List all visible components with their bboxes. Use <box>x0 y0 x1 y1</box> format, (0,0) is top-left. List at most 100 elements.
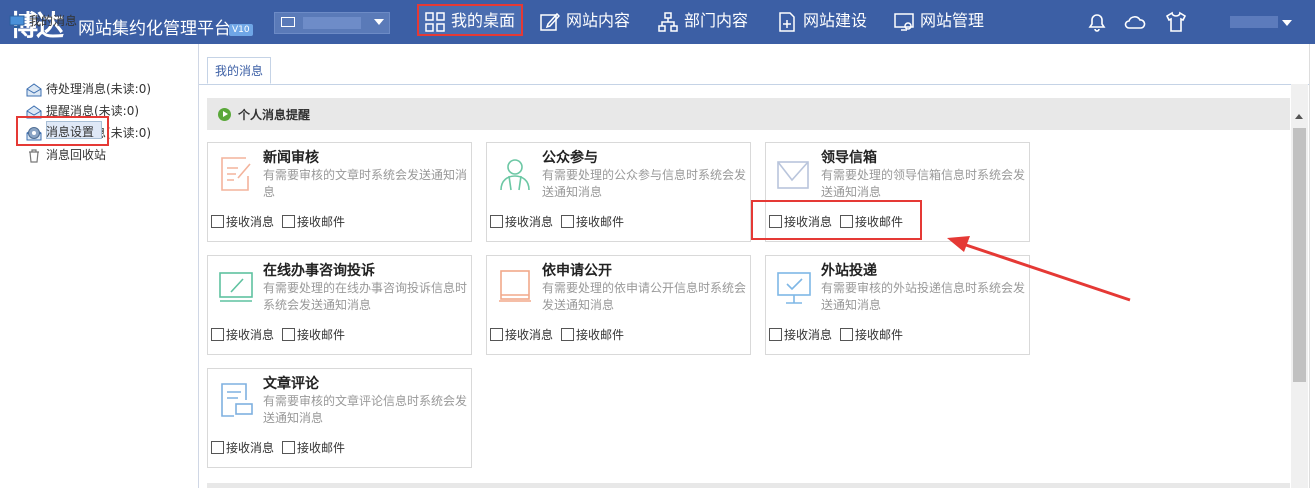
edit-board-icon <box>219 272 253 302</box>
nav-department-content[interactable]: 部门内容 <box>658 0 748 44</box>
receive-email-checkbox[interactable]: 接收邮件 <box>282 326 345 343</box>
nav-site-manage[interactable]: 网站管理 <box>894 0 984 44</box>
annotation-arrow <box>947 236 1131 302</box>
option-label: 接收邮件 <box>297 441 346 455</box>
option-label: 接收消息 <box>505 215 554 229</box>
mailbox-icon <box>777 161 809 189</box>
card-public-participation: 公众参与 有需要处理的公众参与信息时系统会发送通知消息 接收消息 接收邮件 <box>486 142 751 242</box>
card-title: 文章评论 <box>263 376 319 392</box>
gear-icon <box>28 126 40 139</box>
card-title: 领导信箱 <box>821 150 877 166</box>
card-article-comment: 文章评论 有需要审核的文章评论信息时系统会发送通知消息 接收消息 接收邮件 <box>207 368 472 468</box>
users-icon <box>500 159 530 191</box>
edit-icon <box>540 12 560 31</box>
option-label: 接收消息 <box>226 328 275 342</box>
sidebar-item-recycle-bin[interactable]: 消息回收站 <box>26 146 106 163</box>
checkbox-box[interactable] <box>211 328 224 341</box>
receive-message-checkbox[interactable]: 接收消息 <box>211 213 274 230</box>
checkbox-box[interactable] <box>490 215 503 228</box>
card-title: 新闻审核 <box>263 150 319 166</box>
checkbox-box[interactable] <box>561 215 574 228</box>
chevron-down-icon <box>1282 20 1292 26</box>
checkbox-box[interactable] <box>769 328 782 341</box>
monitor-settings-icon <box>894 12 914 31</box>
nav-label: 网站管理 <box>920 11 985 30</box>
card-desc: 有需要处理的在线办事咨询投诉信息时系统会发送通知消息 <box>263 281 468 312</box>
card-desc: 有需要处理的依申请公开信息时系统会发送通知消息 <box>542 281 747 312</box>
option-label: 接收消息 <box>784 328 833 342</box>
receive-message-checkbox[interactable]: 接收消息 <box>211 439 274 456</box>
sidebar-item-label: 待处理消息(未读:0) <box>46 82 152 96</box>
receive-message-checkbox[interactable]: 接收消息 <box>490 213 553 230</box>
nav-label: 我的桌面 <box>451 11 516 30</box>
receive-email-checkbox[interactable]: 接收邮件 <box>561 326 624 343</box>
cloud-icon[interactable] <box>1123 10 1147 34</box>
card-desc: 有需要处理的领导信箱信息时系统会发送通知消息 <box>821 168 1026 199</box>
monitor-icon <box>281 17 295 27</box>
tab-my-messages[interactable]: 我的消息 <box>207 57 271 84</box>
receive-message-checkbox[interactable]: 接收消息 <box>490 326 553 343</box>
nav-my-desktop[interactable]: 我的桌面 <box>417 4 524 36</box>
frame-edge <box>1309 44 1315 488</box>
checkbox-box[interactable] <box>490 328 503 341</box>
checkbox-box[interactable] <box>840 328 853 341</box>
receive-email-checkbox[interactable]: 接收邮件 <box>840 326 903 343</box>
book-icon <box>499 270 531 302</box>
scroll-up-arrow-icon[interactable] <box>1295 114 1303 119</box>
tree-root-my-messages[interactable]: 我的消息 <box>9 12 77 29</box>
monitor-icon <box>9 15 25 28</box>
card-desc: 有需要审核的文章评论信息时系统会发送通知消息 <box>263 394 468 425</box>
checkbox-box[interactable] <box>282 441 295 454</box>
bell-icon[interactable] <box>1085 10 1109 34</box>
trash-icon <box>29 148 39 163</box>
app-title: 网站集约化管理平台 <box>78 19 231 39</box>
news-edit-icon <box>221 157 251 191</box>
option-label: 接收邮件 <box>855 328 904 342</box>
checkbox-box[interactable] <box>561 328 574 341</box>
username-redacted <box>1230 16 1278 28</box>
site-name-redacted <box>303 17 361 29</box>
nav-site-content[interactable]: 网站内容 <box>540 0 630 44</box>
checkbox-box[interactable] <box>211 441 224 454</box>
option-label: 接收邮件 <box>576 328 625 342</box>
chevron-down-icon <box>374 19 384 25</box>
play-icon <box>218 108 231 121</box>
section-header: 个人消息提醒 <box>207 98 1290 130</box>
sidebar-item-label: 消息回收站 <box>46 148 107 162</box>
receive-email-checkbox[interactable]: 接收邮件 <box>282 439 345 456</box>
sidebar-item-settings[interactable]: 消息设置 <box>26 123 94 141</box>
option-label: 接收消息 <box>505 328 554 342</box>
receive-email-checkbox[interactable]: 接收邮件 <box>561 213 624 230</box>
receive-email-checkbox[interactable]: 接收邮件 <box>282 213 345 230</box>
sidebar-item-pending[interactable]: 待处理消息(未读:0) <box>26 80 151 97</box>
card-title: 依申请公开 <box>542 263 612 279</box>
sidebar-item-label: 消息设置 <box>46 125 95 139</box>
receive-message-checkbox[interactable]: 接收消息 <box>769 326 832 343</box>
comment-doc-icon <box>221 383 253 417</box>
user-menu[interactable] <box>1230 14 1300 32</box>
nav-site-build[interactable]: 网站建设 <box>777 0 867 44</box>
option-label: 接收邮件 <box>297 215 346 229</box>
tab-bar: 我的消息 <box>199 44 1315 85</box>
top-bar: 博达 网站集约化管理平台 V10 我的桌面 网站内容 部门内容 网站建设 网站管… <box>0 0 1315 44</box>
section-title: 个人消息提醒 <box>238 108 311 122</box>
shirt-icon[interactable] <box>1164 10 1188 34</box>
version-badge: V10 <box>229 24 253 36</box>
next-section-header <box>207 483 1290 488</box>
checkbox-box[interactable] <box>282 215 295 228</box>
checkbox-box[interactable] <box>211 215 224 228</box>
vertical-scrollbar[interactable] <box>1291 84 1308 488</box>
receive-message-checkbox[interactable]: 接收消息 <box>211 326 274 343</box>
card-title: 在线办事咨询投诉 <box>263 263 375 279</box>
add-page-icon <box>779 11 795 32</box>
highlight-box-options <box>751 200 922 240</box>
screen-check-icon <box>777 272 811 304</box>
site-select-dropdown[interactable] <box>274 12 390 34</box>
card-application-disclosure: 依申请公开 有需要处理的依申请公开信息时系统会发送通知消息 接收消息 接收邮件 <box>486 255 751 355</box>
nav-label: 部门内容 <box>684 11 749 30</box>
checkbox-box[interactable] <box>282 328 295 341</box>
envelope-icon <box>26 82 42 96</box>
option-label: 接收邮件 <box>297 328 346 342</box>
scrollbar-thumb[interactable] <box>1293 128 1306 382</box>
option-label: 接收消息 <box>226 441 275 455</box>
